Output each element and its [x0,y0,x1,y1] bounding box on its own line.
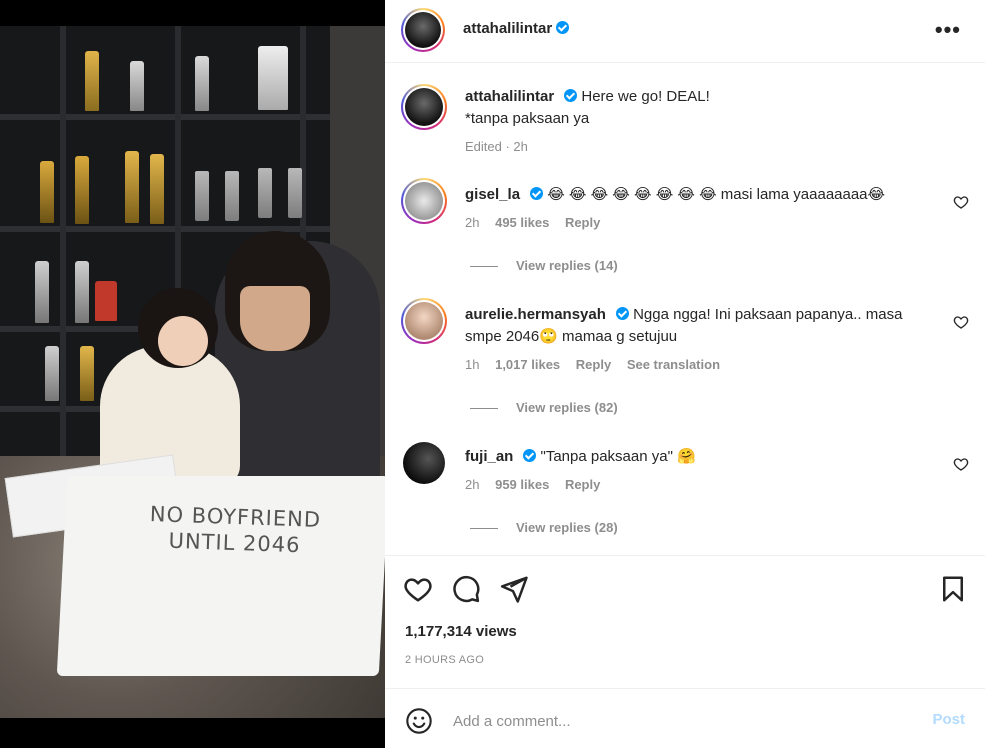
verified-badge-icon [530,187,544,200]
comment-input[interactable] [453,707,893,735]
comment-username[interactable]: aurelie.hermansyah [465,306,606,323]
post-actions: 1,177,314 views 2 HOURS AGO [385,555,985,688]
verified-badge-icon [523,449,537,462]
commenter-avatar[interactable] [401,178,447,224]
verified-badge-icon [556,21,570,34]
more-options-icon[interactable]: ••• [935,17,961,43]
commenter-avatar[interactable] [401,298,447,344]
post-photo: NO BOYFRIEND UNTIL 2046 [0,26,385,718]
like-comment-heart-icon[interactable] [953,314,969,330]
comment-likes[interactable]: 959 likes [495,477,549,492]
save-bookmark-icon[interactable] [938,574,968,604]
view-replies-button[interactable]: View replies (14) [470,258,618,273]
caption-avatar[interactable] [401,84,447,130]
post-header: attahalilintar ••• [385,0,985,63]
comment-text: 😂 😂 😂 😂 😂 😂 😂 😂 masi lama yaaaaaaaa😂 [547,186,886,203]
caption-text-line2: *tanpa paksaan ya [465,110,590,127]
like-heart-icon[interactable] [403,574,433,604]
comment-username[interactable]: fuji_an [465,448,513,465]
comment-time: 2h [465,477,480,492]
share-paper-plane-icon[interactable] [499,574,529,604]
comment-likes[interactable]: 495 likes [495,215,549,230]
emoji-smiley-icon[interactable] [405,707,433,735]
comment-time: 1h [465,357,480,372]
tshirt-text: NO BOYFRIEND UNTIL 2046 [149,502,322,558]
reply-button[interactable]: Reply [576,357,611,372]
see-translation-button[interactable]: See translation [627,357,720,372]
add-comment-bar: Post [385,688,985,748]
comment-likes[interactable]: 1,017 likes [495,357,560,372]
view-count[interactable]: 1,177,314 views [405,623,517,640]
header-username[interactable]: attahalilintar [463,20,552,37]
reply-button[interactable]: Reply [565,215,600,230]
view-replies-button[interactable]: View replies (82) [470,400,618,415]
caption-username[interactable]: attahalilintar [465,88,554,105]
commenter-avatar[interactable] [403,442,445,484]
comment-bubble-icon[interactable] [451,574,481,604]
like-comment-heart-icon[interactable] [953,456,969,472]
comment-time: 2h [465,215,480,230]
post-panel: attahalilintar ••• attahalilintar Here w… [385,0,985,748]
reply-button[interactable]: Reply [565,477,600,492]
post-comment-button[interactable]: Post [932,711,965,728]
verified-badge-icon [564,89,578,102]
comment-text: "Tanpa paksaan ya" 🤗 [540,448,696,465]
post-media[interactable]: NO BOYFRIEND UNTIL 2046 [0,0,385,748]
verified-badge-icon [615,307,629,320]
like-comment-heart-icon[interactable] [953,194,969,210]
post-timestamp: 2 HOURS AGO [405,654,485,666]
comment-username[interactable]: gisel_la [465,186,520,203]
author-avatar[interactable] [401,8,445,52]
caption-meta: Edited · 2h [465,139,528,154]
caption-text-line1: Here we go! DEAL! [581,88,710,105]
view-replies-button[interactable]: View replies (28) [470,520,618,535]
